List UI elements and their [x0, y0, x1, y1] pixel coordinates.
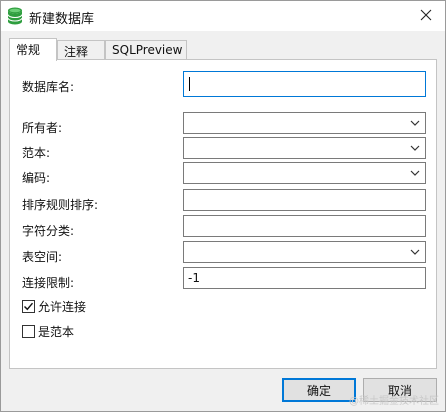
- window-title: 新建数据库: [29, 12, 95, 27]
- tablespace-select[interactable]: [183, 241, 426, 263]
- db-name-label: 数据库名:: [22, 80, 75, 94]
- is-template-row[interactable]: 是范本: [22, 323, 74, 339]
- tab-sql-preview[interactable]: SQLPreview: [105, 40, 187, 60]
- template-select[interactable]: [183, 137, 426, 159]
- collation-input[interactable]: [183, 189, 426, 211]
- db-name-input[interactable]: [183, 71, 426, 97]
- chevron-down-icon: [410, 170, 420, 176]
- tablespace-label: 表空间:: [22, 250, 63, 264]
- allow-conn-label: 允许连接: [38, 299, 87, 314]
- collation-label: 排序规则排序:: [22, 198, 99, 212]
- is-template-checkbox[interactable]: [22, 324, 35, 338]
- conn-limit-label: 连接限制:: [22, 276, 75, 290]
- ctype-input[interactable]: [183, 215, 426, 237]
- owner-label: 所有者:: [22, 121, 63, 135]
- is-template-label: 是范本: [38, 324, 75, 339]
- tab-general[interactable]: 常规: [9, 38, 57, 61]
- close-button[interactable]: [409, 1, 443, 29]
- ctype-label: 字符分类:: [22, 224, 75, 238]
- database-icon: [7, 7, 23, 25]
- ok-button[interactable]: 确定: [282, 378, 356, 402]
- new-database-dialog: 新建数据库 常规 注释 SQLPreview 数据库名: 所有者: 范本: 编码…: [0, 0, 446, 412]
- watermark: @稀土掘金技术社区: [349, 396, 439, 407]
- chevron-down-icon: [410, 145, 420, 151]
- checkmark-icon: [24, 302, 34, 310]
- template-label: 范本:: [22, 146, 51, 160]
- allow-conn-checkbox[interactable]: [22, 299, 35, 313]
- close-icon: [420, 9, 432, 21]
- encoding-label: 编码:: [22, 171, 51, 185]
- conn-limit-input[interactable]: -1: [183, 267, 426, 289]
- chevron-down-icon: [410, 120, 420, 126]
- encoding-select[interactable]: [183, 162, 426, 184]
- general-panel: 数据库名: 所有者: 范本: 编码: 排序规则排序: 字符分类: 表空间: 连接…: [9, 59, 437, 369]
- title-bar: 新建数据库: [1, 1, 445, 31]
- owner-select[interactable]: [183, 112, 426, 134]
- chevron-down-icon: [410, 249, 420, 255]
- tab-comment[interactable]: 注释: [57, 40, 105, 60]
- text-caret: [189, 77, 190, 91]
- allow-conn-row[interactable]: 允许连接: [22, 298, 86, 314]
